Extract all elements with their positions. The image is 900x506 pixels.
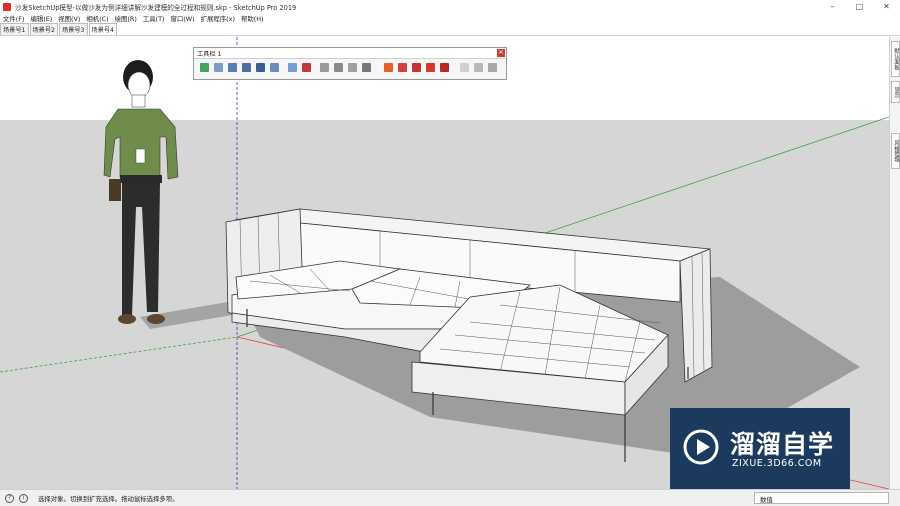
- play-logo-icon: [683, 429, 719, 465]
- scene-tab-4[interactable]: 场景号4: [88, 23, 117, 35]
- status-bar: ? i 选择对象。切换到扩充选择。拖动鼠标选择多项。 数值: [0, 489, 900, 506]
- circle-icon[interactable]: [256, 63, 265, 72]
- maximize-button[interactable]: □: [846, 0, 873, 13]
- components-icon[interactable]: [412, 63, 421, 72]
- geo-location-icon[interactable]: ?: [5, 494, 14, 503]
- arc-icon[interactable]: [270, 63, 279, 72]
- sun-icon[interactable]: [398, 63, 407, 72]
- watermark-title: 溜溜自学: [730, 430, 835, 459]
- info-icon[interactable]: i: [19, 494, 28, 503]
- tray-tab-styles[interactable]: 风格管理: [891, 133, 900, 169]
- measurements-label: 数值: [760, 496, 773, 504]
- measurements-box[interactable]: 数值: [754, 492, 889, 504]
- sofa-right-arm: [679, 248, 713, 383]
- scene-tab-1[interactable]: 场景号1: [0, 23, 29, 35]
- paint-icon[interactable]: [384, 63, 393, 72]
- menu-file[interactable]: 文件(F): [0, 14, 27, 23]
- line-icon[interactable]: [228, 63, 237, 72]
- warehouse-icon[interactable]: [426, 63, 435, 72]
- rotate-icon[interactable]: [488, 63, 497, 72]
- select-icon[interactable]: [200, 63, 209, 72]
- extension-icon[interactable]: [440, 63, 449, 72]
- menu-help[interactable]: 帮助(H): [238, 14, 267, 23]
- pan-icon[interactable]: [334, 63, 343, 72]
- move-icon[interactable]: [474, 63, 483, 72]
- freehand-icon[interactable]: [302, 63, 311, 72]
- scene-tab-3[interactable]: 场景号3: [59, 23, 88, 35]
- eraser-icon[interactable]: [214, 63, 223, 72]
- minimize-button[interactable]: –: [819, 0, 846, 13]
- camera-icon[interactable]: [460, 63, 469, 72]
- rectangle-icon[interactable]: [242, 63, 251, 72]
- toolbar-close-button[interactable]: ✕: [497, 49, 505, 57]
- tray-tab-default[interactable]: 默认面板: [891, 41, 900, 77]
- menu-extensions[interactable]: 扩展程序(x): [198, 14, 238, 23]
- scene-tab-2[interactable]: 场景号2: [29, 23, 58, 35]
- menu-edit[interactable]: 编辑(E): [27, 14, 55, 23]
- menu-window[interactable]: 窗口(W): [168, 14, 198, 23]
- watermark-subtitle: ZIXUE.3D66.COM: [732, 458, 822, 469]
- toolbar-title: 工具栏 1: [197, 51, 222, 58]
- floating-toolbar[interactable]: 工具栏 1 ✕: [193, 47, 507, 80]
- scene-tabs-bar: 场景号1 场景号2 场景号3 场景号4: [0, 23, 900, 36]
- default-tray: 默认面板 显示 风格管理: [889, 37, 900, 489]
- menu-camera[interactable]: 相机(C): [83, 14, 111, 23]
- toolbar-header[interactable]: 工具栏 1 ✕: [194, 48, 506, 59]
- toolbar-icons: [194, 59, 506, 79]
- polygon-icon[interactable]: [288, 63, 297, 72]
- zoom-icon[interactable]: [348, 63, 357, 72]
- sketchup-app-icon: [3, 2, 11, 11]
- status-message: 选择对象。切换到扩充选择。拖动鼠标选择多项。: [38, 495, 179, 503]
- window-title: 沙发SketchUp模型-以做沙发为例详细讲解沙发建模的全过程和规则.skp -…: [15, 3, 297, 12]
- title-bar: 沙发SketchUp模型-以做沙发为例详细讲解沙发建模的全过程和规则.skp -…: [0, 0, 900, 13]
- menu-bar: 文件(F) 编辑(E) 视图(V) 相机(C) 绘图(R) 工具(T) 窗口(W…: [0, 13, 900, 24]
- zoom-extents-icon[interactable]: [362, 63, 371, 72]
- orbit-icon[interactable]: [320, 63, 329, 72]
- watermark-logo: 溜溜自学 ZIXUE.3D66.COM: [670, 408, 850, 493]
- window-controls: – □ ✕: [819, 0, 900, 13]
- close-button[interactable]: ✕: [873, 0, 900, 13]
- tray-tab-display[interactable]: 显示: [891, 81, 900, 103]
- menu-draw[interactable]: 绘图(R): [112, 14, 140, 23]
- menu-view[interactable]: 视图(V): [55, 14, 83, 23]
- menu-tools[interactable]: 工具(T): [140, 14, 168, 23]
